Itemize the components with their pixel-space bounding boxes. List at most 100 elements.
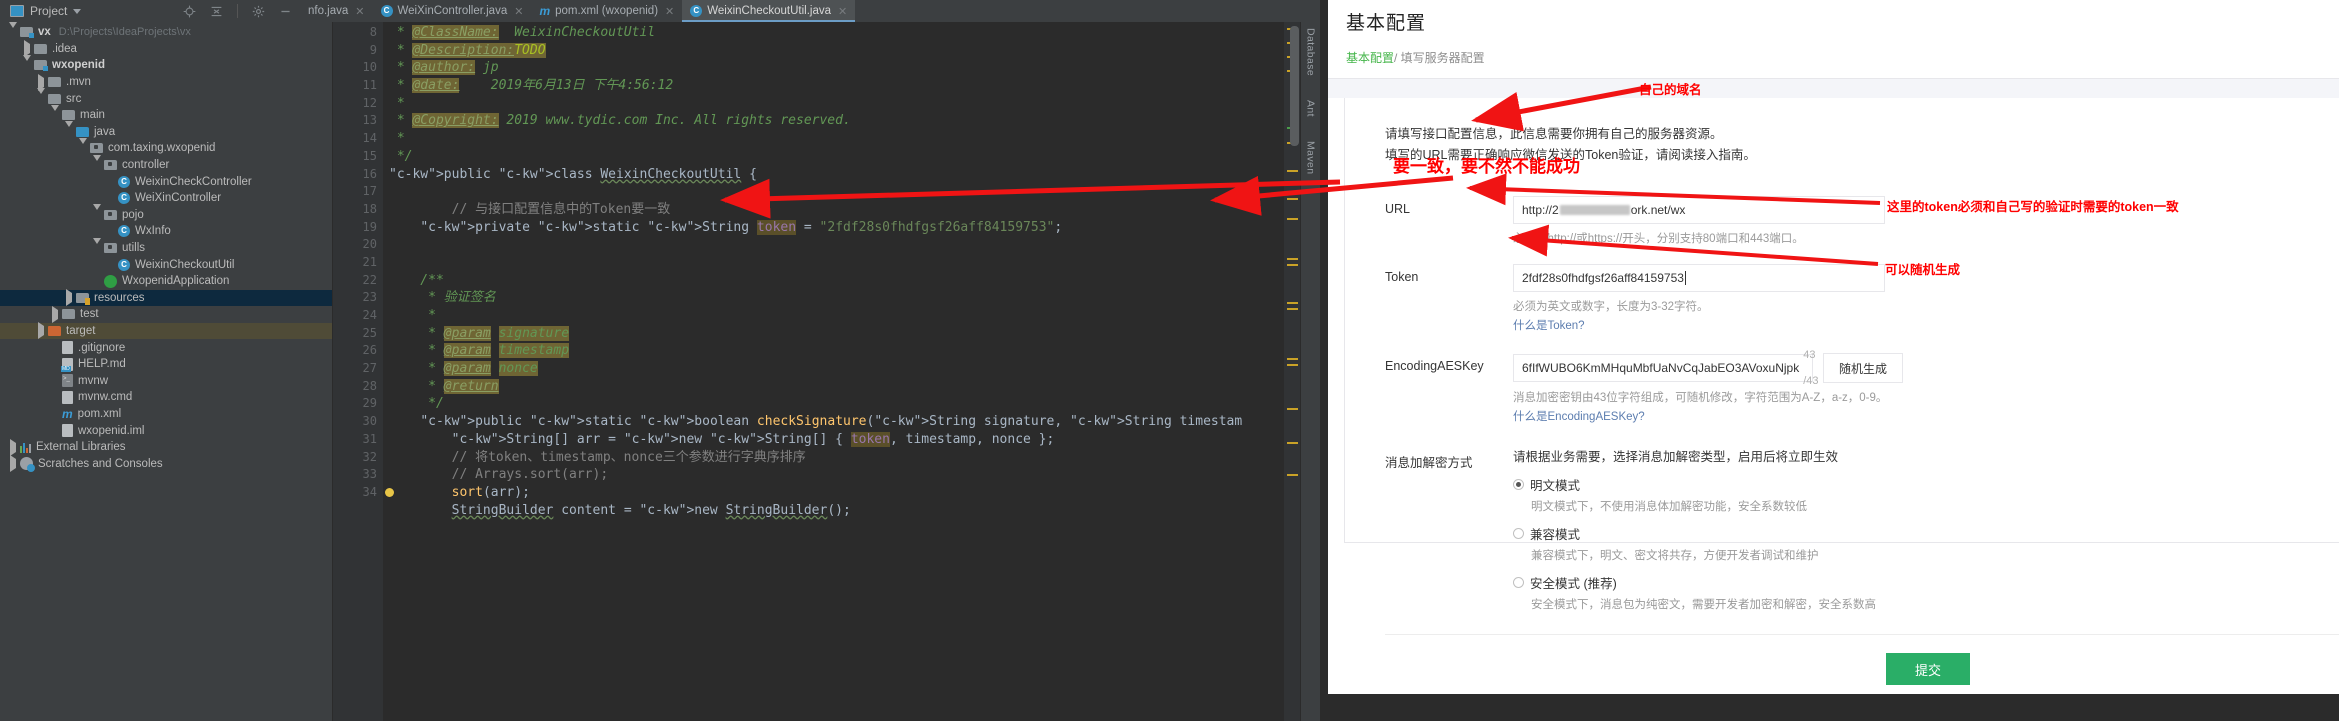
project-tree[interactable]: vx D:\Projects\IdeaProjects\vx .idea wxopen… (0, 22, 333, 721)
radio-option-plaintext[interactable]: 明文模式 (1513, 475, 2339, 494)
rail-item-database[interactable]: Database (1305, 28, 1317, 76)
close-icon[interactable]: ✕ (355, 5, 364, 18)
code-line[interactable]: * @author: jp (383, 59, 1284, 77)
token-input[interactable]: 2fdf28s0fhdfgsf26aff84159753 (1513, 264, 1885, 292)
project-panel-header[interactable]: Project (0, 0, 300, 22)
tree-item-resources[interactable]: resources (0, 289, 332, 307)
radio-icon[interactable] (1513, 577, 1524, 588)
tree-item-gitignore[interactable]: .gitignore (0, 339, 332, 356)
expand-arrow-icon[interactable] (90, 237, 104, 253)
close-icon[interactable]: ✕ (838, 5, 847, 18)
tree-item-wxinfo[interactable]: C WxInfo (0, 223, 332, 240)
code-line[interactable]: * @param signature (383, 325, 1284, 343)
breadcrumb-link[interactable]: 基本配置 (1346, 51, 1394, 65)
tree-item-scratches-and-consoles[interactable]: Scratches and Consoles (0, 455, 332, 473)
expand-arrow-icon[interactable] (34, 88, 48, 104)
rail-item-maven[interactable]: Maven (1305, 141, 1317, 175)
code-line[interactable]: * @param timestamp (383, 342, 1284, 360)
tree-item-wxopenidapplication[interactable]: WxopenidApplication (0, 273, 332, 290)
tree-item-main[interactable]: main (0, 104, 332, 124)
tree-item-src[interactable]: src (0, 88, 332, 107)
code-line[interactable]: * (383, 130, 1284, 148)
tree-item-utills[interactable]: utills (0, 237, 332, 257)
tree-item-pom-xml[interactable]: m pom.xml (0, 406, 332, 423)
code-line[interactable]: * @Description:TODO (383, 42, 1284, 60)
token-help-link[interactable]: 什么是Token? (1513, 317, 2339, 333)
tree-item-test[interactable]: test (0, 305, 332, 323)
code-line[interactable]: "c-kw">public "c-kw">static "c-kw">boole… (383, 413, 1284, 431)
tree-item-weixincontroller[interactable]: C WeiXinController (0, 190, 332, 207)
code-line[interactable]: // 与接口配置信息中的Token要一致 (383, 201, 1284, 219)
code-line[interactable]: sort(arr); (383, 484, 1284, 502)
code-line[interactable]: /** (383, 272, 1284, 290)
tree-item-weixincheckoututil[interactable]: C WeixinCheckoutUtil (0, 256, 332, 273)
gear-icon[interactable] (252, 5, 265, 18)
collapse-arrow-icon[interactable] (6, 455, 20, 473)
tree-item-mvnw-cmd[interactable]: mvnw.cmd (0, 389, 332, 406)
code-line[interactable] (383, 254, 1284, 272)
tree-item-help-md[interactable]: HELP.md (0, 356, 332, 373)
tree-item-controller[interactable]: controller (0, 154, 332, 174)
expand-arrow-icon[interactable] (90, 204, 104, 220)
close-icon[interactable]: ✕ (514, 5, 523, 18)
url-input[interactable]: http://2 ork.net/wx (1513, 196, 1885, 224)
code-line[interactable]: * 验证签名 (383, 289, 1284, 307)
code-line[interactable]: * (383, 95, 1284, 113)
code-line[interactable]: * @date: 2019年6月13日 下午4:56:12 (383, 77, 1284, 95)
expand-arrow-icon[interactable] (20, 54, 34, 70)
expand-arrow-icon[interactable] (48, 104, 62, 120)
chevron-down-icon[interactable] (73, 8, 82, 14)
aeskey-input[interactable]: 6fIfWUBO6KmMHquMbfUaNvCqJabEO3AVoxuNjpk 4… (1513, 349, 1819, 387)
close-icon[interactable]: ✕ (665, 5, 674, 18)
editor-tab-active[interactable]: C WeixinCheckoutUtil.java ✕ (682, 0, 856, 22)
tree-item-idea[interactable]: .idea (0, 40, 332, 58)
code-line[interactable]: */ (383, 395, 1284, 413)
code-line[interactable]: */ (383, 148, 1284, 166)
expand-arrow-icon[interactable] (76, 137, 90, 153)
expand-arrow-icon[interactable] (90, 154, 104, 170)
tree-item-wxopenid-iml[interactable]: wxopenid.iml (0, 422, 332, 439)
radio-icon[interactable] (1513, 479, 1524, 490)
code-line[interactable]: "c-kw">public "c-kw">class WeixinCheckou… (383, 166, 1284, 184)
editor-tab[interactable]: m pom.xml (wxopenid) ✕ (531, 0, 682, 22)
code-line[interactable]: "c-kw">String[] arr = "c-kw">new "c-kw">… (383, 431, 1284, 449)
tree-item-mvnw[interactable]: mvnw (0, 372, 332, 389)
code-line[interactable] (383, 183, 1284, 201)
tree-item-vx[interactable]: vx D:\Projects\IdeaProjects\vx (0, 22, 332, 41)
code-line[interactable]: * @param nonce (383, 360, 1284, 378)
editor-tab[interactable]: nfo.java ✕ (300, 0, 373, 22)
collapse-arrow-icon[interactable] (6, 438, 20, 456)
tree-item-target[interactable]: target (0, 322, 332, 340)
collapse-arrow-icon[interactable] (20, 40, 34, 58)
tree-item-pojo[interactable]: pojo (0, 204, 332, 224)
expand-arrow-icon[interactable] (62, 121, 76, 137)
tree-item-weixincheckcontroller[interactable]: C WeixinCheckController (0, 173, 332, 190)
radio-option-compatible[interactable]: 兼容模式 (1513, 524, 2339, 543)
tree-item-java[interactable]: java (0, 121, 332, 141)
code-line[interactable]: * @ClassName: WeixinCheckoutUtil (383, 24, 1284, 42)
code-line[interactable]: StringBuilder content = "c-kw">new Strin… (383, 502, 1284, 520)
collapse-arrow-icon[interactable] (62, 289, 76, 307)
tree-item-wxopenid[interactable]: wxopenid (0, 54, 332, 74)
code-line[interactable] (383, 236, 1284, 254)
code-line[interactable]: * @return (383, 378, 1284, 396)
code-line[interactable]: * @Copyright: 2019 www.tydic.com Inc. Al… (383, 112, 1284, 130)
tree-item-mvn[interactable]: .mvn (0, 73, 332, 91)
collapse-arrow-icon[interactable] (48, 305, 62, 323)
tree-item-com-taxing-wxopenid[interactable]: com.taxing.wxopenid (0, 137, 332, 157)
minimize-icon[interactable] (279, 5, 292, 18)
code-line[interactable]: "c-kw">private "c-kw">static "c-kw">Stri… (383, 219, 1284, 237)
tree-item-external-libraries[interactable]: External Libraries (0, 438, 332, 456)
collapse-all-icon[interactable] (210, 5, 223, 18)
code-line[interactable]: // Arrays.sort(arr); (383, 466, 1284, 484)
collapse-arrow-icon[interactable] (34, 322, 48, 340)
radio-icon[interactable] (1513, 528, 1524, 539)
code-line[interactable]: * (383, 307, 1284, 325)
editor-tab[interactable]: C WeiXinController.java ✕ (373, 0, 532, 22)
collapse-arrow-icon[interactable] (34, 73, 48, 91)
expand-arrow-icon[interactable] (6, 22, 20, 37)
generate-random-button[interactable]: 随机生成 (1823, 353, 1903, 383)
locate-icon[interactable] (183, 5, 196, 18)
editor-scrollbar-thumb[interactable] (1290, 26, 1299, 146)
code-line[interactable]: // 将token、timestamp、nonce三个参数进行字典序排序 (383, 449, 1284, 467)
